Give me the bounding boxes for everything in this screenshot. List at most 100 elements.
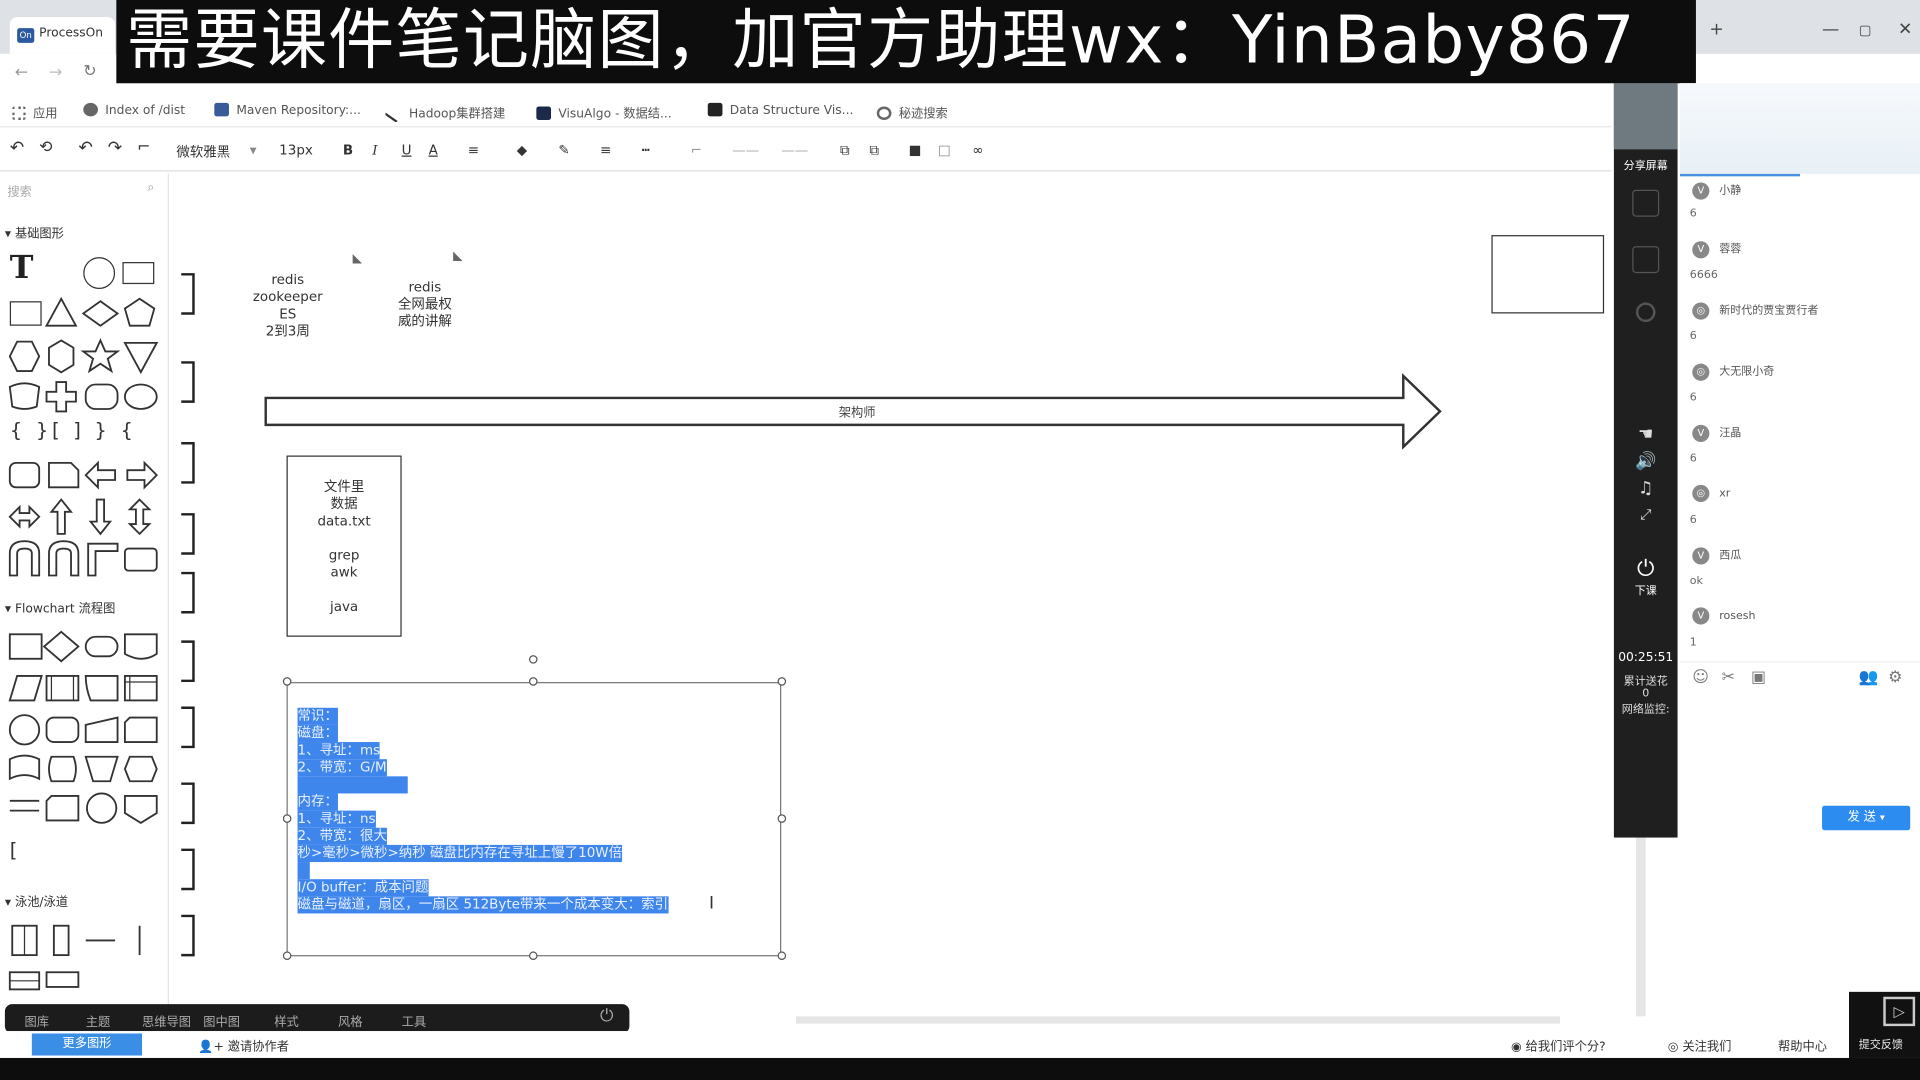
lock-icon[interactable]: ■: [909, 142, 922, 158]
bookmark-index-dist[interactable]: Index of /dist: [83, 102, 185, 118]
triangle-diamond-pentagon-shapes[interactable]: [44, 296, 162, 330]
bottom-item[interactable]: 图库: [24, 1011, 48, 1029]
arrow-end-icon[interactable]: ——: [781, 142, 808, 158]
section-swimlane[interactable]: ▾ 泳池/泳道: [5, 891, 68, 909]
note-redis-stack[interactable]: redis zookeeper ES 2到3周: [245, 272, 331, 341]
maximize-button[interactable]: ▢: [1859, 22, 1872, 38]
reload-icon[interactable]: ↻: [83, 62, 96, 80]
underline-icon[interactable]: U: [402, 142, 412, 158]
paint-icon[interactable]: ⌐: [137, 138, 150, 156]
settings-icon[interactable]: ⚙: [1888, 669, 1902, 687]
share-screen-label[interactable]: 分享屏幕: [1614, 157, 1678, 172]
undo-icon[interactable]: ↶: [10, 138, 24, 158]
emoji-icon[interactable]: ☺: [1692, 669, 1709, 687]
power-icon[interactable]: ⏻: [600, 1007, 614, 1027]
text-shape[interactable]: T: [10, 250, 34, 287]
bookmark-maven[interactable]: Maven Repository:...: [214, 102, 361, 118]
bookmark-visualgo[interactable]: VisuAlgo - 数据结...: [536, 103, 672, 121]
help-center-link[interactable]: 帮助中心: [1778, 1036, 1827, 1054]
camera-icon[interactable]: [1632, 189, 1660, 217]
italic-icon[interactable]: I: [372, 142, 377, 158]
selected-text-shape[interactable]: 常识： 磁盘： 1、寻址：ms 2、带宽：G/M 内存： 1、寻址：ns 2、带…: [286, 682, 782, 957]
line-style-icon[interactable]: ┅: [642, 142, 650, 158]
resize-handle[interactable]: [528, 951, 538, 961]
unlock-icon[interactable]: □: [938, 142, 951, 158]
rect-shape[interactable]: [122, 262, 155, 285]
bottom-item[interactable]: 工具: [402, 1011, 426, 1029]
class-end-icon[interactable]: ⏻: [1614, 556, 1678, 582]
bottom-item[interactable]: 图中图: [203, 1011, 240, 1029]
font-family-select[interactable]: 微软雅黑: [176, 142, 230, 162]
search-icon[interactable]: ⌕: [147, 181, 154, 194]
arrow-shapes-row2[interactable]: [7, 497, 161, 536]
volume-icon[interactable]: 🔊: [1614, 452, 1678, 472]
bottom-item[interactable]: 思维导图: [142, 1011, 191, 1029]
resize-handle[interactable]: [282, 677, 292, 686]
arrow-shapes-row1[interactable]: [7, 456, 161, 493]
more-shapes-button[interactable]: 更多图形: [31, 1033, 143, 1056]
music-icon[interactable]: ♫: [1614, 479, 1678, 499]
bookmark-apps[interactable]: 应用: [12, 103, 58, 121]
feedback-corner[interactable]: ▷ 提交反馈: [1848, 991, 1920, 1058]
cloud-cross-shapes[interactable]: [7, 377, 161, 414]
line-width-icon[interactable]: ≡: [600, 142, 611, 158]
close-window-button[interactable]: ✕: [1898, 20, 1912, 40]
bottom-item[interactable]: 样式: [274, 1011, 298, 1029]
format-painter-icon[interactable]: ⟲: [39, 138, 52, 156]
new-tab-button[interactable]: +: [1709, 20, 1723, 40]
users-icon[interactable]: 👥: [1859, 669, 1879, 687]
rect2-shape[interactable]: [9, 301, 42, 326]
rate-link[interactable]: ◉ 给我们评个分?: [1511, 1036, 1606, 1054]
class-end-label[interactable]: 下课: [1614, 582, 1678, 597]
shape-search-input[interactable]: 搜索 ⌕: [7, 181, 159, 203]
bottom-item[interactable]: 风格: [338, 1011, 362, 1029]
swimlane-shapes[interactable]: [7, 921, 161, 994]
resize-handle[interactable]: [282, 951, 292, 961]
browser-tab[interactable]: On ProcessOn: [9, 17, 116, 54]
resize-handle[interactable]: [528, 677, 538, 686]
record-icon[interactable]: [1635, 302, 1656, 323]
align-icon[interactable]: ≡: [468, 142, 479, 158]
flowchart-shapes[interactable]: [: [7, 629, 161, 913]
bottom-item[interactable]: 主题: [86, 1011, 110, 1029]
connector-icon[interactable]: ⌐: [691, 142, 702, 158]
resize-handle[interactable]: [777, 814, 787, 823]
redo-icon[interactable]: ↷: [108, 138, 122, 158]
line-color-icon[interactable]: ✎: [558, 142, 569, 158]
forward-icon[interactable]: →: [49, 64, 62, 82]
polygon-star-shapes[interactable]: [7, 338, 161, 375]
bold-icon[interactable]: B: [343, 142, 353, 158]
minimize-button[interactable]: —: [1822, 20, 1839, 40]
arrow-start-icon[interactable]: ——: [732, 142, 759, 158]
bookmark-miji[interactable]: 秘迹搜索: [876, 103, 948, 121]
pointer-icon[interactable]: [1632, 246, 1660, 274]
bookmark-ds-vis[interactable]: Data Structure Vis...: [707, 102, 853, 118]
link-icon[interactable]: ∞: [972, 142, 983, 158]
hand-icon[interactable]: ☚: [1614, 425, 1678, 445]
note-redis-lecture[interactable]: redis 全网最权 威的讲解: [382, 279, 468, 330]
rotate-handle[interactable]: [528, 655, 538, 664]
uturn-shapes[interactable]: [7, 539, 161, 578]
fullscreen-icon[interactable]: ⤢: [1614, 506, 1678, 524]
font-family-dropdown-icon[interactable]: ▾: [250, 142, 257, 158]
empty-rect-shape[interactable]: [1491, 235, 1605, 314]
font-color-icon[interactable]: A: [429, 142, 438, 158]
fill-icon[interactable]: ◆: [517, 142, 527, 158]
bring-front-icon[interactable]: ⧉: [840, 142, 850, 159]
undo2-icon[interactable]: ↶: [78, 138, 92, 158]
back-icon[interactable]: ←: [15, 64, 28, 82]
invite-collaborator-link[interactable]: 👤+ 邀请协作者: [198, 1036, 289, 1054]
bookmark-hadoop[interactable]: Hadoop集群搭建: [384, 103, 505, 123]
follow-link[interactable]: ◎ 关注我们: [1668, 1036, 1732, 1054]
send-button[interactable]: 发 送 ▾: [1822, 805, 1911, 831]
section-flowchart[interactable]: ▾ Flowchart 流程图: [5, 598, 115, 615]
horizontal-scrollbar[interactable]: [795, 1016, 1561, 1024]
resize-handle[interactable]: [777, 951, 787, 961]
circle-shape[interactable]: [83, 257, 116, 289]
send-back-icon[interactable]: ⧉: [869, 142, 879, 159]
scissors-icon[interactable]: ✂: [1722, 669, 1735, 687]
resize-handle[interactable]: [282, 814, 292, 823]
file-data-box[interactable]: 文件里 数据 data.txt grep awk java: [286, 455, 402, 637]
section-basic-shapes[interactable]: ▾ 基础图形: [5, 223, 64, 241]
font-size-select[interactable]: 13px: [279, 142, 313, 158]
